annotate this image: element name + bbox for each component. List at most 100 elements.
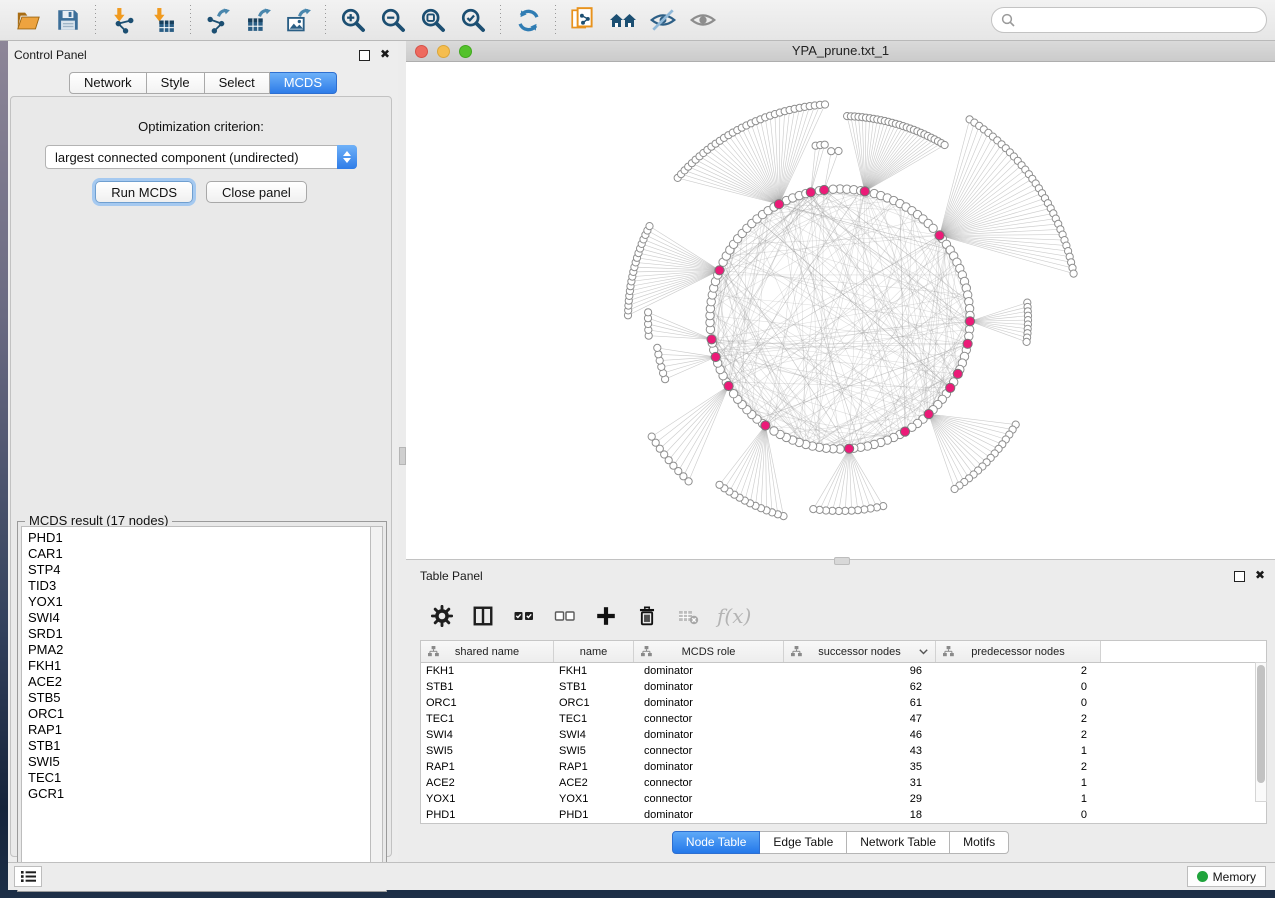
mcds-result-item[interactable]: ACE2 [28, 674, 372, 690]
tab-style[interactable]: Style [147, 72, 205, 94]
unselect-all-columns-icon[interactable] [553, 604, 577, 628]
import-network-icon[interactable] [106, 4, 140, 36]
task-history-button[interactable] [14, 866, 42, 887]
mcds-result-item[interactable]: YOX1 [28, 594, 372, 610]
export-image-icon[interactable] [281, 4, 315, 36]
table-cell: 2 [936, 727, 1101, 743]
zoom-in-icon[interactable] [336, 4, 370, 36]
tab-edge-table[interactable]: Edge Table [760, 831, 847, 854]
mcds-result-item[interactable]: STB5 [28, 690, 372, 706]
first-neighbors-icon[interactable] [606, 4, 640, 36]
float-table-panel-icon[interactable] [1234, 571, 1245, 582]
network-view[interactable] [406, 62, 1275, 559]
mcds-result-item[interactable]: SWI4 [28, 610, 372, 626]
export-network-icon[interactable] [201, 4, 235, 36]
mcds-result-item[interactable]: STP4 [28, 562, 372, 578]
table-cell: STB1 [421, 679, 554, 695]
mcds-result-item[interactable]: PHD1 [28, 530, 372, 546]
splitter-grip[interactable] [399, 447, 406, 465]
save-session-icon[interactable] [51, 4, 85, 36]
table-cell: PHD1 [554, 807, 634, 823]
tab-mcds[interactable]: MCDS [270, 72, 337, 94]
table-cell: 2 [936, 759, 1101, 775]
tab-network-table[interactable]: Network Table [847, 831, 950, 854]
table-cell: ACE2 [554, 775, 634, 791]
network-graph[interactable] [406, 62, 1275, 559]
minimize-window-traffic-light[interactable] [437, 45, 450, 58]
horizontal-splitter-grip[interactable] [834, 557, 850, 565]
optimization-criterion-select[interactable]: largest connected component (undirected) [45, 145, 357, 169]
show-all-eye-icon[interactable] [686, 4, 720, 36]
table-scrollbar-thumb[interactable] [1257, 665, 1265, 783]
mcds-result-list[interactable]: PHD1CAR1STP4TID3YOX1SWI4SRD1PMA2FKH1ACE2… [21, 526, 372, 888]
close-window-traffic-light[interactable] [415, 45, 428, 58]
split-columns-icon[interactable] [471, 604, 495, 628]
table-row[interactable]: ORC1ORC1dominator610 [421, 695, 1266, 711]
table-row[interactable]: SWI5SWI5connector431 [421, 743, 1266, 759]
mcds-list-scrollbar[interactable] [370, 526, 383, 888]
table-settings-gear-icon[interactable] [430, 604, 454, 628]
tab-select[interactable]: Select [205, 72, 270, 94]
mcds-result-item[interactable]: GCR1 [28, 786, 372, 802]
mcds-result-item[interactable]: TEC1 [28, 770, 372, 786]
refresh-icon[interactable] [511, 4, 545, 36]
table-row[interactable]: ACE2ACE2connector311 [421, 775, 1266, 791]
table-cell: 31 [784, 775, 936, 791]
hide-selected-eye-icon[interactable] [646, 4, 680, 36]
import-table-icon[interactable] [146, 4, 180, 36]
mcds-result-item[interactable]: SRD1 [28, 626, 372, 642]
select-all-columns-icon[interactable] [512, 604, 536, 628]
zoom-selected-icon[interactable] [456, 4, 490, 36]
memory-button[interactable]: Memory [1187, 866, 1266, 887]
zoom-fit-icon[interactable] [416, 4, 450, 36]
close-table-panel-icon[interactable]: ✖ [1255, 567, 1265, 583]
table-row[interactable]: SWI4SWI4dominator462 [421, 727, 1266, 743]
mcds-result-item[interactable]: TID3 [28, 578, 372, 594]
delete-table-icon[interactable] [676, 604, 700, 628]
column-header[interactable]: MCDS role [634, 641, 784, 662]
column-header[interactable]: name [554, 641, 634, 662]
network-window-titlebar[interactable]: YPA_prune.txt_1 [406, 41, 1275, 62]
maximize-window-traffic-light[interactable] [459, 45, 472, 58]
float-panel-icon[interactable] [359, 50, 370, 61]
mcds-result-item[interactable]: SWI5 [28, 754, 372, 770]
table-cell: SWI5 [554, 743, 634, 759]
tab-network[interactable]: Network [69, 72, 147, 94]
table-scrollbar[interactable] [1255, 662, 1267, 802]
mcds-result-item[interactable]: PMA2 [28, 642, 372, 658]
add-column-icon[interactable] [594, 604, 618, 628]
column-header[interactable]: successor nodes [784, 641, 936, 662]
table-cell: 18 [784, 807, 936, 823]
table-row[interactable]: TEC1TEC1connector472 [421, 711, 1266, 727]
mcds-result-item[interactable]: ORC1 [28, 706, 372, 722]
mcds-result-item[interactable]: CAR1 [28, 546, 372, 562]
mcds-result-item[interactable]: STB1 [28, 738, 372, 754]
table-row[interactable]: PHD1PHD1dominator180 [421, 807, 1266, 823]
tab-motifs[interactable]: Motifs [950, 831, 1009, 854]
table-cell: 96 [784, 663, 936, 679]
table-cell: 29 [784, 791, 936, 807]
tab-node-table[interactable]: Node Table [672, 831, 761, 854]
delete-columns-trash-icon[interactable] [635, 604, 659, 628]
toolbar-separator [325, 5, 326, 35]
function-builder-icon[interactable]: f(x) [717, 604, 751, 628]
close-panel-icon[interactable]: ✖ [380, 46, 390, 62]
network-from-file-icon[interactable] [566, 4, 600, 36]
table-row[interactable]: RAP1RAP1dominator352 [421, 759, 1266, 775]
mcds-result-item[interactable]: FKH1 [28, 658, 372, 674]
search-input[interactable] [1022, 12, 1257, 28]
table-row[interactable]: YOX1YOX1connector291 [421, 791, 1266, 807]
run-mcds-button[interactable]: Run MCDS [95, 181, 193, 203]
table-cell: 0 [936, 679, 1101, 695]
table-cell: 46 [784, 727, 936, 743]
column-header[interactable]: shared name [421, 641, 554, 662]
node-table: shared namenameMCDS rolesuccessor nodesp… [420, 640, 1267, 824]
export-table-icon[interactable] [241, 4, 275, 36]
table-row[interactable]: FKH1FKH1dominator962 [421, 663, 1266, 679]
close-panel-button[interactable]: Close panel [206, 181, 307, 203]
open-session-icon[interactable] [11, 4, 45, 36]
column-header[interactable]: predecessor nodes [936, 641, 1101, 662]
table-row[interactable]: STB1STB1dominator620 [421, 679, 1266, 695]
zoom-out-icon[interactable] [376, 4, 410, 36]
mcds-result-item[interactable]: RAP1 [28, 722, 372, 738]
